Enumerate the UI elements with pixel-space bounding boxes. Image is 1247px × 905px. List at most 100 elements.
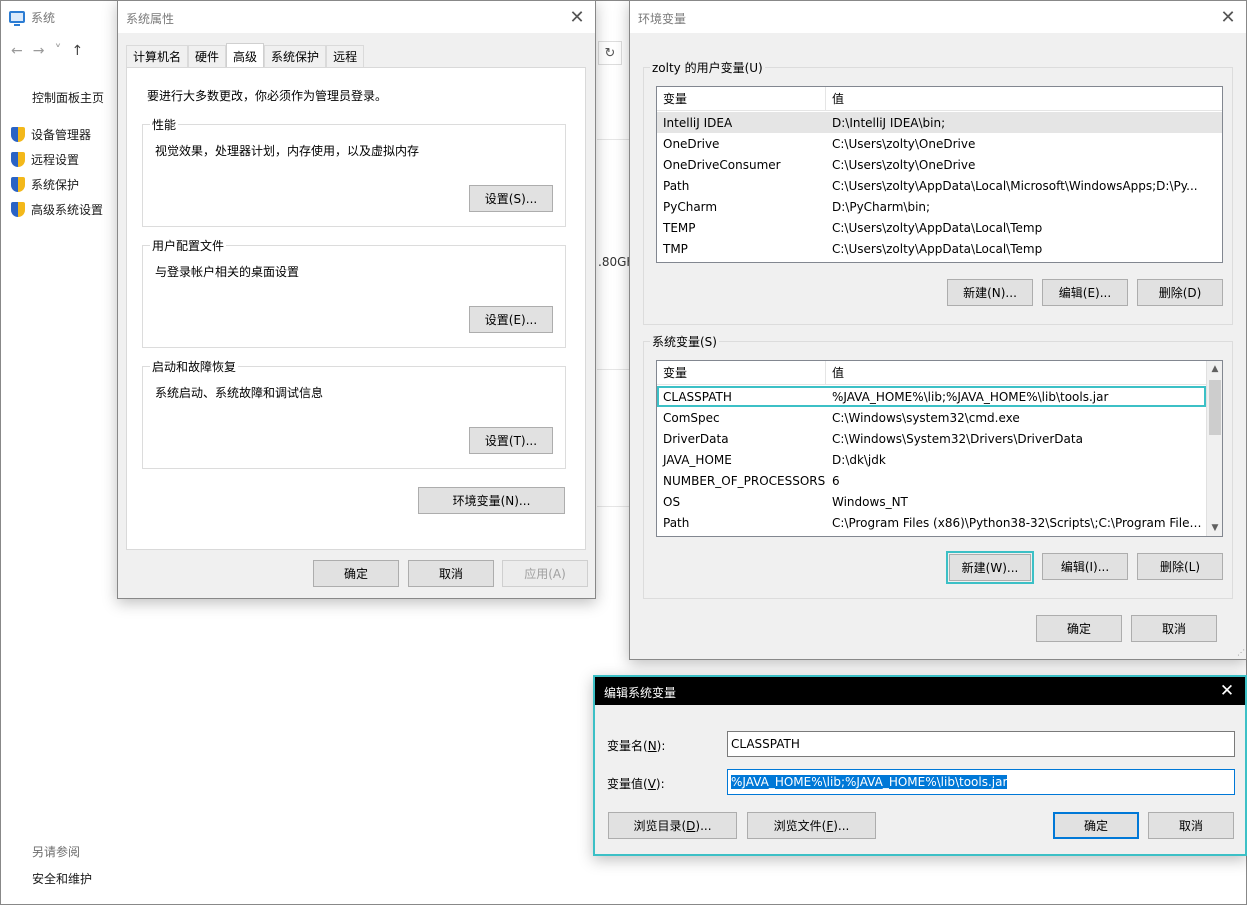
tab-remote[interactable]: 远程 xyxy=(326,45,365,67)
vertical-scrollbar[interactable]: ▲ ▼ xyxy=(1206,361,1222,536)
left-nav-advanced-settings[interactable]: 高级系统设置 xyxy=(11,197,104,222)
left-nav-remote-settings[interactable]: 远程设置 xyxy=(11,147,104,172)
scroll-up-icon[interactable]: ▲ xyxy=(1207,361,1222,377)
shield-icon xyxy=(11,151,25,168)
column-header-value[interactable]: 值 xyxy=(826,361,844,385)
table-row[interactable]: Path C:\Users\zolty\AppData\Local\Microso… xyxy=(657,175,1222,196)
user-edit-button[interactable]: 编辑(E)... xyxy=(1042,279,1128,306)
up-arrow-icon[interactable]: ↑ xyxy=(71,43,83,59)
variable-name-cell: Path xyxy=(663,178,690,193)
group-label: 启动和故障恢复 xyxy=(150,358,239,375)
variable-name-cell: OneDriveConsumer xyxy=(663,157,781,172)
ok-button[interactable]: 确定 xyxy=(1053,812,1139,839)
monitor-icon xyxy=(9,11,25,26)
environment-variables-button[interactable]: 环境变量(N)... xyxy=(418,487,565,514)
cancel-button[interactable]: 取消 xyxy=(408,560,494,587)
table-row[interactable]: OS Windows_NT xyxy=(657,491,1206,512)
variable-value-cell: 6 xyxy=(832,473,840,488)
variable-value-cell: C:\Users\zolty\AppData\Local\Temp xyxy=(832,241,1043,256)
table-row[interactable]: IntelliJ IDEA D:\IntelliJ IDEA\bin; xyxy=(657,112,1222,133)
cancel-button[interactable]: 取消 xyxy=(1131,615,1217,642)
variable-value-cell: C:\Users\zolty\AppData\Local\Temp xyxy=(832,220,1043,235)
refresh-icon[interactable]: ↻ xyxy=(598,41,622,65)
left-nav-device-manager[interactable]: 设备管理器 xyxy=(11,122,104,147)
resize-grip-icon[interactable]: ⋰ xyxy=(1237,648,1245,657)
browse-file-button[interactable]: 浏览文件(F)... xyxy=(747,812,876,839)
user-profiles-settings-button[interactable]: 设置(E)... xyxy=(469,306,553,333)
variable-value-cell: C:\Users\zolty\AppData\Local\Microsoft\W… xyxy=(832,178,1198,193)
left-navigation: 控制面板主页 设备管理器 远程设置 系统保护 高级系统设置 xyxy=(11,89,104,222)
system-variables-list[interactable]: 变量 值 CLASSPATH %JAVA_HOME%\lib;%JAVA_HOME… xyxy=(656,360,1223,537)
performance-group: 性能 视觉效果，处理器计划，内存使用，以及虚拟内存 设置(S)... xyxy=(142,116,566,227)
column-header-variable[interactable]: 变量 xyxy=(657,87,826,111)
scroll-down-icon[interactable]: ▼ xyxy=(1207,520,1222,536)
environment-variables-dialog: 环境变量 ✕ zolty 的用户变量(U) 变量 值 IntelliJ IDEA… xyxy=(629,0,1247,660)
close-icon[interactable]: ✕ xyxy=(1216,5,1240,29)
system-edit-button[interactable]: 编辑(I)... xyxy=(1042,553,1128,580)
user-delete-button[interactable]: 删除(D) xyxy=(1137,279,1223,306)
variable-name-cell: TMP xyxy=(663,241,688,256)
column-header-variable[interactable]: 变量 xyxy=(657,361,826,385)
table-row[interactable]: OneDrive C:\Users\zolty\OneDrive xyxy=(657,133,1222,154)
system-delete-button[interactable]: 删除(L) xyxy=(1137,553,1223,580)
variable-name-cell: TEMP xyxy=(663,220,696,235)
dialog-titlebar: 环境变量 ✕ xyxy=(630,1,1246,33)
scroll-thumb[interactable] xyxy=(1209,380,1221,435)
table-row[interactable]: CLASSPATH %JAVA_HOME%\lib;%JAVA_HOME%\lib… xyxy=(657,386,1206,407)
browse-directory-button[interactable]: 浏览目录(D)... xyxy=(608,812,737,839)
table-row[interactable]: Path C:\Program Files (x86)\Python38-32\S… xyxy=(657,512,1206,533)
tab-hardware[interactable]: 硬件 xyxy=(188,45,227,67)
table-row[interactable]: PyCharm D:\PyCharm\bin; xyxy=(657,196,1222,217)
variable-name-cell: Path xyxy=(663,515,690,530)
variable-name-text: CLASSPATH xyxy=(731,737,800,751)
startup-recovery-settings-button[interactable]: 设置(T)... xyxy=(469,427,553,454)
system-new-button[interactable]: 新建(W)... xyxy=(946,551,1034,584)
close-icon[interactable]: ✕ xyxy=(565,5,589,29)
security-maintenance-link[interactable]: 安全和维护 xyxy=(32,870,92,887)
tab-system-protection[interactable]: 系统保护 xyxy=(264,45,327,67)
user-variables-list[interactable]: 变量 值 IntelliJ IDEA D:\IntelliJ IDEA\bin; O… xyxy=(656,86,1223,263)
group-description: 视觉效果，处理器计划，内存使用，以及虚拟内存 xyxy=(155,144,420,158)
ok-button[interactable]: 确定 xyxy=(1036,615,1122,642)
table-row[interactable]: JAVA_HOME D:\dk\jdk xyxy=(657,449,1206,470)
table-row[interactable]: DriverData C:\Windows\System32\Drivers\Dr… xyxy=(657,428,1206,449)
table-row[interactable]: ComSpec C:\Windows\system32\cmd.exe xyxy=(657,407,1206,428)
variable-name-cell: IntelliJ IDEA xyxy=(663,115,733,130)
variable-name-cell: CLASSPATH xyxy=(663,389,732,404)
see-also-heading: 另请参阅 xyxy=(32,845,81,859)
back-arrow-icon[interactable]: ← xyxy=(11,43,23,59)
table-row[interactable]: TEMP C:\Users\zolty\AppData\Local\Temp xyxy=(657,217,1222,238)
left-nav-label: 设备管理器 xyxy=(31,128,92,142)
table-row[interactable]: NUMBER_OF_PROCESSORS 6 xyxy=(657,470,1206,491)
close-icon[interactable]: ✕ xyxy=(1215,679,1239,703)
recent-dropdown-icon[interactable]: ˅ xyxy=(54,43,61,59)
left-nav-system-protection[interactable]: 系统保护 xyxy=(11,172,104,197)
variable-value-cell: D:\PyCharm\bin; xyxy=(832,199,931,214)
table-row[interactable]: TMP C:\Users\zolty\AppData\Local\Temp xyxy=(657,238,1222,259)
cancel-button[interactable]: 取消 xyxy=(1148,812,1234,839)
tab-advanced[interactable]: 高级 xyxy=(226,43,265,68)
variable-value-cell: C:\Program Files (x86)\Python38-32\Scrip… xyxy=(832,515,1206,530)
startup-recovery-group: 启动和故障恢复 系统启动、系统故障和调试信息 设置(T)... xyxy=(142,358,566,469)
performance-settings-button[interactable]: 设置(S)... xyxy=(469,185,553,212)
control-panel-home-link[interactable]: 控制面板主页 xyxy=(32,89,104,106)
system-variables-group: 系统变量(S) 变量 值 CLASSPATH %JAVA_HOME%\lib;%J… xyxy=(643,333,1233,599)
tab-computer-name[interactable]: 计算机名 xyxy=(126,45,189,67)
apply-button[interactable]: 应用(A) xyxy=(502,560,588,587)
user-new-button[interactable]: 新建(N)... xyxy=(947,279,1033,306)
ok-button[interactable]: 确定 xyxy=(313,560,399,587)
dialog-title: 环境变量 xyxy=(638,12,687,26)
left-nav-label: 高级系统设置 xyxy=(31,203,104,217)
column-header-value[interactable]: 值 xyxy=(826,87,844,111)
divider xyxy=(597,139,633,140)
shield-icon xyxy=(11,126,25,143)
table-row[interactable]: OneDriveConsumer C:\Users\zolty\OneDrive xyxy=(657,154,1222,175)
variable-name-input[interactable]: CLASSPATH xyxy=(727,731,1235,757)
left-nav-label: 系统保护 xyxy=(31,178,80,192)
see-also-section: 另请参阅 安全和维护 xyxy=(32,843,92,887)
dialog-title: 编辑系统变量 xyxy=(604,686,677,700)
list-header: 变量 值 xyxy=(657,361,1206,385)
variable-value-cell: C:\Users\zolty\OneDrive xyxy=(832,136,976,151)
forward-arrow-icon[interactable]: → xyxy=(33,43,45,59)
variable-value-input[interactable]: %JAVA_HOME%\lib;%JAVA_HOME%\lib\tools.ja… xyxy=(727,769,1235,795)
